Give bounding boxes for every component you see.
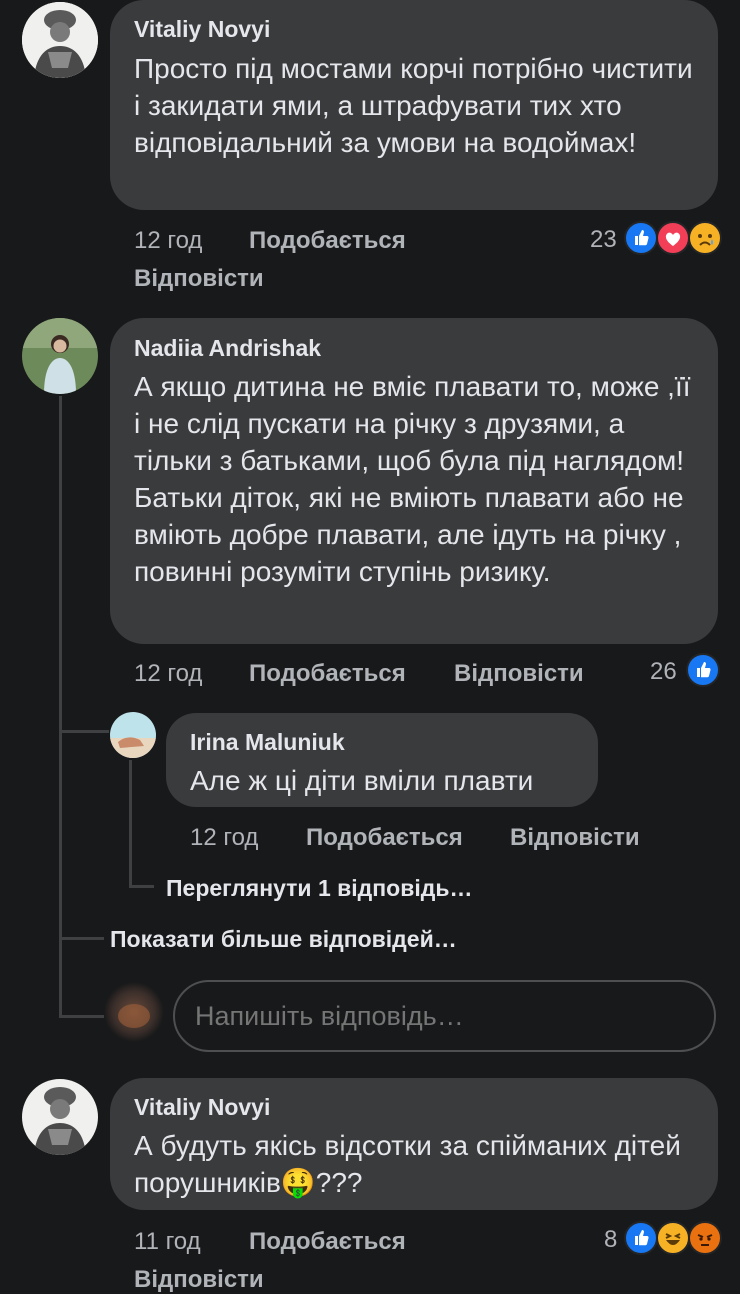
reply-button[interactable]: Відповісти: [510, 824, 640, 852]
view-replies-link[interactable]: Переглянути 1 відповідь…: [166, 875, 472, 902]
reply-button[interactable]: Відповісти: [134, 265, 264, 293]
reply-button[interactable]: Відповісти: [134, 1266, 264, 1294]
comment-time[interactable]: 12 год: [134, 660, 202, 688]
comment-text-body: А будуть якісь відсотки за спійманих діт…: [134, 1130, 681, 1198]
reply-button[interactable]: Відповісти: [454, 660, 584, 688]
thread-branch: [59, 937, 104, 940]
reaction-count[interactable]: 8: [604, 1226, 617, 1254]
avatar[interactable]: [22, 318, 98, 394]
haha-icon: [656, 1221, 690, 1255]
reply-input[interactable]: [173, 980, 716, 1052]
like-icon: [624, 221, 658, 255]
like-button[interactable]: Подобається: [306, 824, 463, 852]
nested-thread-line: [129, 760, 132, 888]
money-mouth-emoji: 🤑: [280, 1167, 316, 1198]
comment-author[interactable]: Vitaliy Novyi: [134, 16, 270, 43]
comment-author[interactable]: Irina Maluniuk: [190, 729, 345, 756]
avatar: [104, 982, 164, 1042]
reaction-count[interactable]: 26: [650, 658, 677, 686]
like-icon: [686, 653, 720, 687]
angry-icon: [688, 1221, 722, 1255]
avatar[interactable]: [22, 1079, 98, 1155]
like-button[interactable]: Подобається: [249, 1228, 406, 1256]
sad-icon: [688, 221, 722, 255]
nested-thread-branch: [129, 885, 154, 888]
comment-text: А будуть якісь відсотки за спійманих діт…: [134, 1127, 694, 1201]
show-more-replies-link[interactable]: Показати більше відповідей…: [110, 926, 457, 953]
like-button[interactable]: Подобається: [249, 660, 406, 688]
like-icon: [624, 1221, 658, 1255]
avatar[interactable]: [110, 712, 156, 758]
like-button[interactable]: Подобається: [249, 227, 406, 255]
thread-line: [59, 396, 62, 1018]
avatar[interactable]: [22, 2, 98, 78]
reaction-count[interactable]: 23: [590, 226, 617, 254]
love-icon: [656, 221, 690, 255]
comment-text: Але ж ці діти вміли плавти: [190, 765, 534, 796]
comment-text-suffix: ???: [315, 1167, 363, 1198]
comment-author[interactable]: Nadiia Andrishak: [134, 335, 321, 362]
comment-time[interactable]: 12 год: [134, 227, 202, 255]
comment-time[interactable]: 12 год: [190, 824, 258, 852]
thread-branch: [59, 1015, 104, 1018]
comment-text: А якщо дитина не вміє плавати то, може ,…: [134, 371, 691, 587]
comment-text: Просто під мостами корчі потрібно чистит…: [134, 53, 693, 158]
comment-author[interactable]: Vitaliy Novyi: [134, 1094, 270, 1121]
thread-branch: [59, 730, 109, 733]
comment-time[interactable]: 11 год: [134, 1228, 201, 1256]
